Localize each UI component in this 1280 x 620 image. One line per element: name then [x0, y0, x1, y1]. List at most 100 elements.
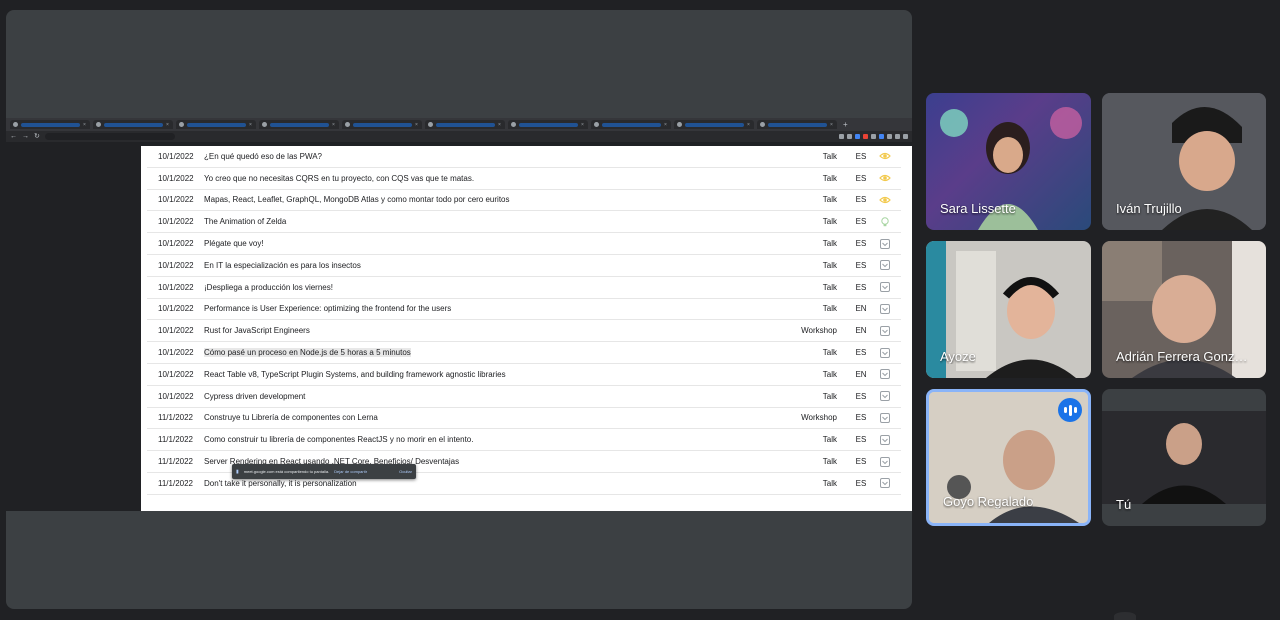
table-row[interactable]: 10/1/2022 React Table v8, TypeScript Plug… [147, 364, 901, 386]
new-tab-icon[interactable]: + [843, 120, 848, 129]
browser-tab[interactable]: × [342, 120, 422, 129]
talk-title-text: Cypress driven development [204, 391, 306, 401]
extension-icon[interactable] [855, 134, 860, 139]
talk-type: Talk [822, 391, 837, 401]
browser-tab[interactable]: × [591, 120, 671, 129]
participant-tile[interactable]: Iván Trujillo [1102, 93, 1266, 230]
talk-title[interactable]: Rust for JavaScript Engineers [204, 326, 310, 335]
talk-date: 10/1/2022 [158, 217, 194, 227]
talk-title-text: Rust for JavaScript Engineers [204, 326, 310, 336]
inbox-icon[interactable] [879, 434, 891, 446]
talk-title[interactable]: Yo creo que no necesitas CQRS en tu proy… [204, 174, 474, 183]
talk-title-text: Como construir tu librería de componente… [204, 435, 474, 445]
participant-tile[interactable]: Sara Lissette [926, 93, 1091, 230]
talk-date: 10/1/2022 [158, 304, 194, 314]
inbox-icon[interactable] [879, 325, 891, 337]
profile-icon[interactable] [895, 134, 900, 139]
inbox-icon[interactable] [879, 303, 891, 315]
inbox-icon[interactable] [879, 259, 891, 271]
browser-tab[interactable]: × [259, 120, 339, 129]
table-row[interactable]: 10/1/2022 ¡Despliega a producción los vie… [147, 277, 901, 299]
table-row[interactable]: 10/1/2022 The Animation of Zelda Talk ES [147, 211, 901, 234]
talk-title[interactable]: Construye tu Librería de componentes con… [204, 413, 378, 422]
address-bar[interactable] [44, 133, 175, 140]
table-row[interactable]: 10/1/2022 Cypress driven development Talk E… [147, 386, 901, 408]
stop-sharing-button[interactable]: Dejar de compartir [334, 469, 367, 474]
browser-tab[interactable]: × [508, 120, 588, 129]
talk-type: Talk [822, 239, 837, 249]
browser-tab[interactable]: × [176, 120, 256, 129]
back-icon[interactable]: ← [10, 133, 17, 140]
talk-title-text: Mapas, React, Leaflet, GraphQL, MongoDB … [204, 195, 510, 205]
table-row[interactable]: 10/1/2022 Performance is User Experience:… [147, 299, 901, 321]
talk-title[interactable]: Como construir tu librería de componente… [204, 435, 473, 444]
table-row[interactable]: 10/1/2022 ¿En qué quedó eso de las PWA? Ta… [147, 146, 901, 168]
table-row[interactable]: 10/1/2022 Rust for JavaScript Engineers Wo… [147, 320, 901, 343]
reload-icon[interactable]: ↻ [34, 133, 40, 140]
talk-title[interactable]: ¡Despliega a producción los viernes! [204, 283, 333, 292]
talk-title[interactable]: Plégate que voy! [204, 239, 264, 248]
participant-tile[interactable]: Ayoze [926, 241, 1091, 378]
table-row[interactable]: 10/1/2022 En IT la especialización es par… [147, 255, 901, 277]
participant-tile[interactable]: Adrián Ferrera Gonz… [1102, 241, 1266, 378]
browser-tab[interactable]: × [425, 120, 505, 129]
eye-icon[interactable] [879, 150, 891, 162]
browser-tab[interactable]: × [757, 120, 837, 129]
talk-date: 10/1/2022 [158, 195, 194, 205]
inbox-icon[interactable] [879, 347, 891, 359]
participant-tile[interactable]: Goyo Regalado [926, 389, 1091, 526]
talk-title[interactable]: En IT la especialización es para los ins… [204, 261, 361, 270]
lightbulb-icon[interactable] [879, 216, 891, 228]
talk-title[interactable]: ¿En qué quedó eso de las PWA? [204, 152, 322, 161]
table-row[interactable]: 10/1/2022 Cómo pasé un proceso en Node.js… [147, 342, 901, 364]
menu-icon[interactable] [903, 134, 908, 139]
extension-icon[interactable] [887, 134, 892, 139]
inbox-icon[interactable] [879, 412, 891, 424]
talk-title[interactable]: Cómo pasé un proceso en Node.js de 5 hor… [204, 348, 411, 358]
talk-title[interactable]: Performance is User Experience: optimizi… [204, 304, 451, 313]
participant-name: Adrián Ferrera Gonz… [1116, 349, 1248, 364]
participant-name: Iván Trujillo [1116, 201, 1182, 216]
inbox-icon[interactable] [879, 456, 891, 468]
talk-title-text: Plégate que voy! [204, 239, 264, 249]
table-row[interactable]: 11/1/2022 Como construir tu librería de c… [147, 429, 901, 452]
talk-type: Talk [822, 457, 837, 467]
browser-tab[interactable]: × [10, 120, 90, 129]
extension-icon[interactable] [879, 134, 884, 139]
forward-icon[interactable]: → [22, 133, 29, 140]
inbox-icon[interactable] [879, 238, 891, 250]
eye-icon[interactable] [879, 172, 891, 184]
talk-title[interactable]: Mapas, React, Leaflet, GraphQL, MongoDB … [204, 195, 509, 204]
hide-notice-button[interactable]: Ocultar [399, 469, 412, 474]
inbox-icon[interactable] [879, 477, 891, 489]
more-options-indicator [1114, 612, 1136, 620]
talk-title[interactable]: Cypress driven development [204, 392, 305, 401]
participant-name: Goyo Regalado [943, 494, 1034, 509]
table-row[interactable]: 10/1/2022 Plégate que voy! Talk ES [147, 233, 901, 255]
extension-icon[interactable] [863, 134, 868, 139]
talk-language: ES [855, 457, 867, 467]
talk-language: ES [855, 195, 867, 205]
table-row[interactable]: 10/1/2022 Yo creo que no necesitas CQRS e… [147, 168, 901, 190]
table-row[interactable]: 11/1/2022 Construye tu Librería de compon… [147, 408, 901, 430]
inbox-icon[interactable] [879, 281, 891, 293]
inbox-icon[interactable] [879, 390, 891, 402]
extension-icon[interactable] [839, 134, 844, 139]
inbox-icon[interactable] [879, 368, 891, 380]
talk-title-text: React Table v8, TypeScript Plugin System… [204, 369, 506, 379]
extension-icon[interactable] [871, 134, 876, 139]
page-sidebar [6, 142, 141, 511]
eye-icon[interactable] [879, 194, 891, 206]
browser-tab[interactable]: × [93, 120, 173, 129]
talk-title-text: ¡Despliega a producción los viernes! [204, 282, 333, 292]
extension-icon[interactable] [847, 134, 852, 139]
shared-screen: × × × × × × × × × × + ← → ↻ 10/1/2022 ¿E… [6, 118, 912, 511]
participant-tile[interactable]: Tú [1102, 389, 1266, 526]
talk-title[interactable]: The Animation of Zelda [204, 217, 286, 226]
talk-date: 11/1/2022 [158, 435, 193, 445]
talk-title[interactable]: Don't take it personally, it is personal… [204, 479, 357, 488]
talk-type: Talk [822, 348, 837, 358]
talk-title[interactable]: React Table v8, TypeScript Plugin System… [204, 370, 506, 379]
table-row[interactable]: 10/1/2022 Mapas, React, Leaflet, GraphQL,… [147, 190, 901, 212]
browser-tab[interactable]: × [674, 120, 754, 129]
